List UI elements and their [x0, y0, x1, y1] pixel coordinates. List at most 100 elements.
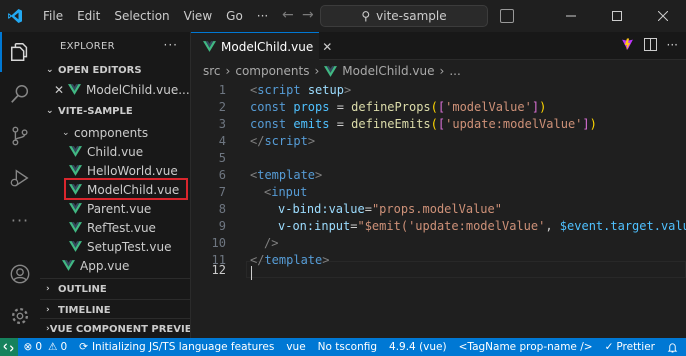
breadcrumb-file[interactable]: ModelChild.vue [342, 64, 434, 78]
run-debug-icon[interactable] [0, 158, 40, 198]
vite-icon[interactable] [621, 38, 634, 54]
code-line-7: <input [264, 185, 308, 199]
search-icon: ⚲ [361, 9, 371, 23]
code-line-1: <script setup> [250, 83, 352, 97]
vue-file-icon [62, 260, 75, 271]
explorer-title: EXPLORER [60, 40, 115, 52]
breadcrumb-symbol[interactable]: ... [449, 64, 460, 78]
vue-file-icon [69, 222, 82, 233]
code-line-8: v-bind:value="props.modelValue" [278, 202, 502, 216]
problems-indicator[interactable]: ⊗ 0 ⚠ 0 [18, 341, 74, 353]
search-activity-icon[interactable] [0, 74, 40, 114]
selection-highlight-box [64, 178, 188, 200]
line-number-current: 12 [211, 263, 226, 277]
remote-indicator-icon[interactable] [0, 338, 18, 356]
chevron-down-icon: ⌄ [62, 127, 70, 138]
more-actions-icon[interactable]: ··· [667, 38, 678, 54]
ts-version[interactable]: 4.9.4 (vue) [383, 341, 453, 353]
breadcrumb-src[interactable]: src [203, 64, 221, 78]
editor-tab-active[interactable]: ModelChild.vue ✕ [191, 32, 332, 60]
minimize-button[interactable] [548, 0, 594, 32]
file-item[interactable]: App.vue [40, 256, 190, 275]
status-bar: ⊗ 0 ⚠ 0 ⟳ Initializing JS/TS language fe… [0, 338, 686, 356]
file-item[interactable]: SetupTest.vue [40, 237, 190, 256]
menu-file[interactable]: File [36, 9, 70, 23]
code-line-2: const props = defineProps(['modelValue']… [250, 100, 547, 114]
line-number: 7 [218, 185, 226, 199]
chevron-right-icon: › [225, 64, 231, 78]
file-item[interactable]: Child.vue [40, 142, 190, 161]
code-line-10: /> [264, 236, 279, 250]
explorer-title-row: EXPLORER ··· [40, 32, 190, 60]
line-number: 10 [211, 236, 226, 250]
layout-toggle-icon[interactable] [500, 9, 514, 23]
more-views-icon[interactable]: ··· [0, 200, 40, 240]
chevron-down-icon: ⌄ [46, 106, 54, 116]
close-window-button[interactable] [640, 0, 686, 32]
title-bar: File Edit Selection View Go ··· ← → ⚲ vi… [0, 0, 686, 32]
close-tab-icon[interactable]: ✕ [322, 40, 332, 54]
vue-file-icon [69, 203, 82, 214]
source-control-icon[interactable] [0, 116, 40, 156]
notifications-bell-icon[interactable] [661, 342, 686, 353]
split-editor-icon[interactable] [643, 38, 657, 54]
folder-components[interactable]: ⌄ components [40, 123, 190, 142]
vscode-logo-icon [0, 0, 30, 32]
prettier-status[interactable]: ✓ Prettier [599, 341, 661, 353]
menu-more[interactable]: ··· [250, 9, 275, 23]
line-number: 6 [218, 168, 226, 182]
vue-file-icon [69, 146, 82, 157]
chevron-down-icon: ⌄ [46, 65, 54, 75]
menu-go[interactable]: Go [219, 9, 250, 23]
search-text: vite-sample [376, 9, 447, 23]
forward-arrow-icon[interactable]: → [302, 7, 314, 23]
chevron-right-icon: › [314, 64, 320, 78]
line-number: 3 [218, 117, 226, 131]
code-line-6: <template> [250, 168, 323, 182]
explorer-more-button[interactable]: ··· [164, 38, 178, 52]
account-icon[interactable] [0, 254, 40, 294]
line-number: 2 [218, 100, 226, 114]
warning-icon: ⚠ [48, 341, 58, 353]
vue-file-icon [69, 165, 82, 176]
chevron-right-icon: › [46, 305, 50, 315]
language-status[interactable]: ⟳ Initializing JS/TS language features [73, 341, 280, 353]
chevron-right-icon: › [46, 284, 50, 294]
file-item[interactable]: Parent.vue [40, 199, 190, 218]
command-center-search[interactable]: ⚲ vite-sample [320, 5, 488, 27]
line-number: 4 [218, 134, 226, 148]
code-editor[interactable]: 1 2 3 4 5 6 7 8 9 10 11 12 <script setup… [191, 82, 686, 338]
line-number: 8 [218, 202, 226, 216]
maximize-button[interactable] [594, 0, 640, 32]
editor-tab-bar: ModelChild.vue ✕ ··· [191, 32, 686, 60]
check-icon: ✓ [604, 341, 614, 353]
menu-selection[interactable]: Selection [107, 9, 176, 23]
menu-edit[interactable]: Edit [70, 9, 107, 23]
close-icon[interactable]: ✕ [54, 83, 68, 97]
tsconfig-status[interactable]: No tsconfig [312, 341, 383, 353]
tagname-status[interactable]: <TagName prop-name /> [453, 341, 599, 353]
code-line-11: </template> [250, 253, 330, 267]
breadcrumb-components[interactable]: components [235, 64, 309, 78]
open-editor-item[interactable]: ✕ ModelChild.vue... [40, 80, 190, 99]
settings-gear-icon[interactable] [0, 296, 40, 336]
vue-file-icon [68, 84, 81, 95]
sync-icon: ⟳ [79, 341, 88, 353]
line-number: 9 [218, 219, 226, 233]
language-mode[interactable]: vue [280, 341, 311, 353]
text-cursor [251, 266, 252, 280]
project-header[interactable]: ⌄ VITE-SAMPLE [40, 101, 190, 121]
timeline-section[interactable]: › TIMELINE [40, 299, 190, 320]
code-line-9: v-on:input="$emit('update:modelValue', $… [278, 219, 686, 233]
menu-bar: File Edit Selection View Go ··· [36, 9, 275, 23]
line-number: 5 [218, 151, 226, 165]
vue-file-icon [324, 65, 338, 77]
open-editors-header[interactable]: ⌄ OPEN EDITORS [40, 60, 190, 80]
breadcrumb: src › components › ModelChild.vue › ... [191, 60, 686, 82]
file-item[interactable]: RefTest.vue [40, 218, 190, 237]
vue-preview-section[interactable]: › VUE COMPONENT PREVIEW [40, 318, 190, 338]
error-icon: ⊗ [23, 341, 33, 353]
explorer-icon[interactable] [0, 32, 40, 72]
menu-view[interactable]: View [177, 9, 219, 23]
outline-section[interactable]: › OUTLINE [40, 278, 190, 299]
